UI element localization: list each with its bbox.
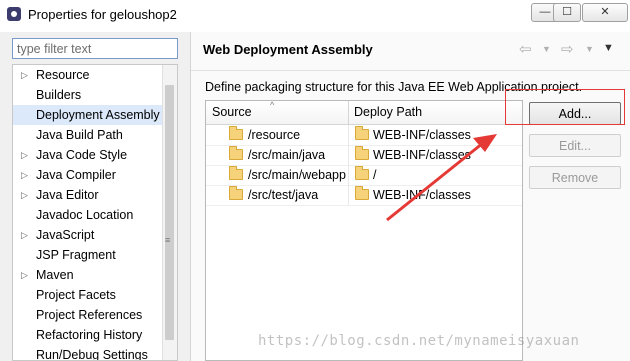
- back-dropdown-icon[interactable]: ▼: [542, 44, 551, 54]
- source-path: /src/main/webapp: [248, 168, 346, 182]
- divider: [191, 70, 630, 71]
- maximize-button[interactable]: ☐: [553, 3, 581, 22]
- tree-item-label: Resource: [36, 68, 90, 82]
- tree-scrollbar[interactable]: ≡: [162, 65, 177, 360]
- source-path: /src/main/java: [248, 148, 326, 162]
- tree-item-label: JSP Fragment: [36, 248, 116, 262]
- folder-icon: [355, 146, 369, 160]
- page-title: Web Deployment Assembly: [203, 42, 373, 57]
- tree-item-label: Java Build Path: [36, 128, 123, 142]
- source-cell: /src/main/webapp: [206, 165, 349, 185]
- sidebar: ▷ Resource Builders Deployment Assembly Java…: [8, 32, 185, 361]
- view-menu-icon[interactable]: ▼: [603, 42, 614, 54]
- folder-icon: [229, 126, 243, 140]
- remove-button[interactable]: Remove: [529, 166, 621, 189]
- tree-item-label: Maven: [36, 268, 74, 282]
- folder-icon: [229, 186, 243, 200]
- edit-button[interactable]: Edit...: [529, 134, 621, 157]
- expand-arrow-icon[interactable]: ▷: [21, 265, 31, 285]
- tree-item-label: Project References: [36, 308, 143, 322]
- tree-item[interactable]: Deployment Assembly: [13, 105, 163, 125]
- window-titlebar: Properties for geloushop2 — ☐ ✕: [0, 0, 630, 32]
- forward-arrow-icon[interactable]: ⇨: [561, 40, 574, 58]
- back-arrow-icon[interactable]: ⇦: [519, 40, 532, 58]
- properties-panel: Web Deployment Assembly ⇦ ▼ ⇨ ▼ ▼ Define…: [190, 32, 630, 361]
- column-header-deploy-path[interactable]: Deploy Path: [348, 101, 522, 124]
- source-path: /src/test/java: [248, 188, 319, 202]
- column-label: Source: [212, 105, 252, 119]
- tree-item-label: Builders: [36, 88, 82, 102]
- expand-arrow-icon[interactable]: ▷: [21, 185, 31, 205]
- folder-icon: [229, 166, 243, 180]
- source-cell: /src/test/java: [206, 185, 349, 205]
- folder-icon: [355, 166, 369, 180]
- source-cell: /resource: [206, 125, 349, 145]
- watermark: https://blog.csdn.net/mynameisyaxuan: [258, 333, 580, 349]
- folder-icon: [355, 126, 369, 140]
- close-button[interactable]: ✕: [582, 3, 628, 22]
- annotation-box: [505, 89, 625, 125]
- tree-item-label: Refactoring History: [36, 328, 143, 342]
- tree-item-label: Java Code Style: [36, 148, 128, 162]
- tree-item-label: Javadoc Location: [36, 208, 134, 222]
- folder-icon: [355, 186, 369, 200]
- tree-item-label: JavaScript: [36, 228, 95, 242]
- filter-input[interactable]: [13, 39, 185, 58]
- tree-item-label: Run/Debug Settings: [36, 348, 148, 361]
- expand-arrow-icon[interactable]: ▷: [21, 165, 31, 185]
- tree-item-label: Java Editor: [36, 188, 99, 202]
- column-header-source[interactable]: ^ Source: [206, 101, 349, 124]
- tree-item-label: Deployment Assembly: [36, 108, 160, 122]
- window-title: Properties for geloushop2: [28, 7, 177, 22]
- table-header: ^ Source Deploy Path: [206, 101, 522, 125]
- tree-item-label: Project Facets: [36, 288, 116, 302]
- tree-item-label: Java Compiler: [36, 168, 116, 182]
- source-path: /resource: [248, 128, 301, 142]
- scrollbar-thumb[interactable]: [165, 85, 174, 340]
- scrollbar-grip-icon: ≡: [165, 235, 171, 245]
- forward-dropdown-icon[interactable]: ▼: [585, 44, 594, 54]
- deploy-path: /: [373, 168, 377, 182]
- source-cell: /src/main/java: [206, 145, 349, 165]
- sort-up-icon: ^: [270, 100, 275, 110]
- folder-icon: [229, 146, 243, 160]
- eclipse-icon: [7, 7, 21, 21]
- property-tree: ▷ Resource Builders Deployment Assembly Java…: [12, 64, 178, 361]
- expand-arrow-icon[interactable]: ▷: [21, 225, 31, 245]
- filter-field: [12, 38, 185, 59]
- expand-arrow-icon[interactable]: ▷: [21, 65, 31, 85]
- expand-arrow-icon[interactable]: ▷: [21, 145, 31, 165]
- annotation-arrow: [386, 134, 497, 222]
